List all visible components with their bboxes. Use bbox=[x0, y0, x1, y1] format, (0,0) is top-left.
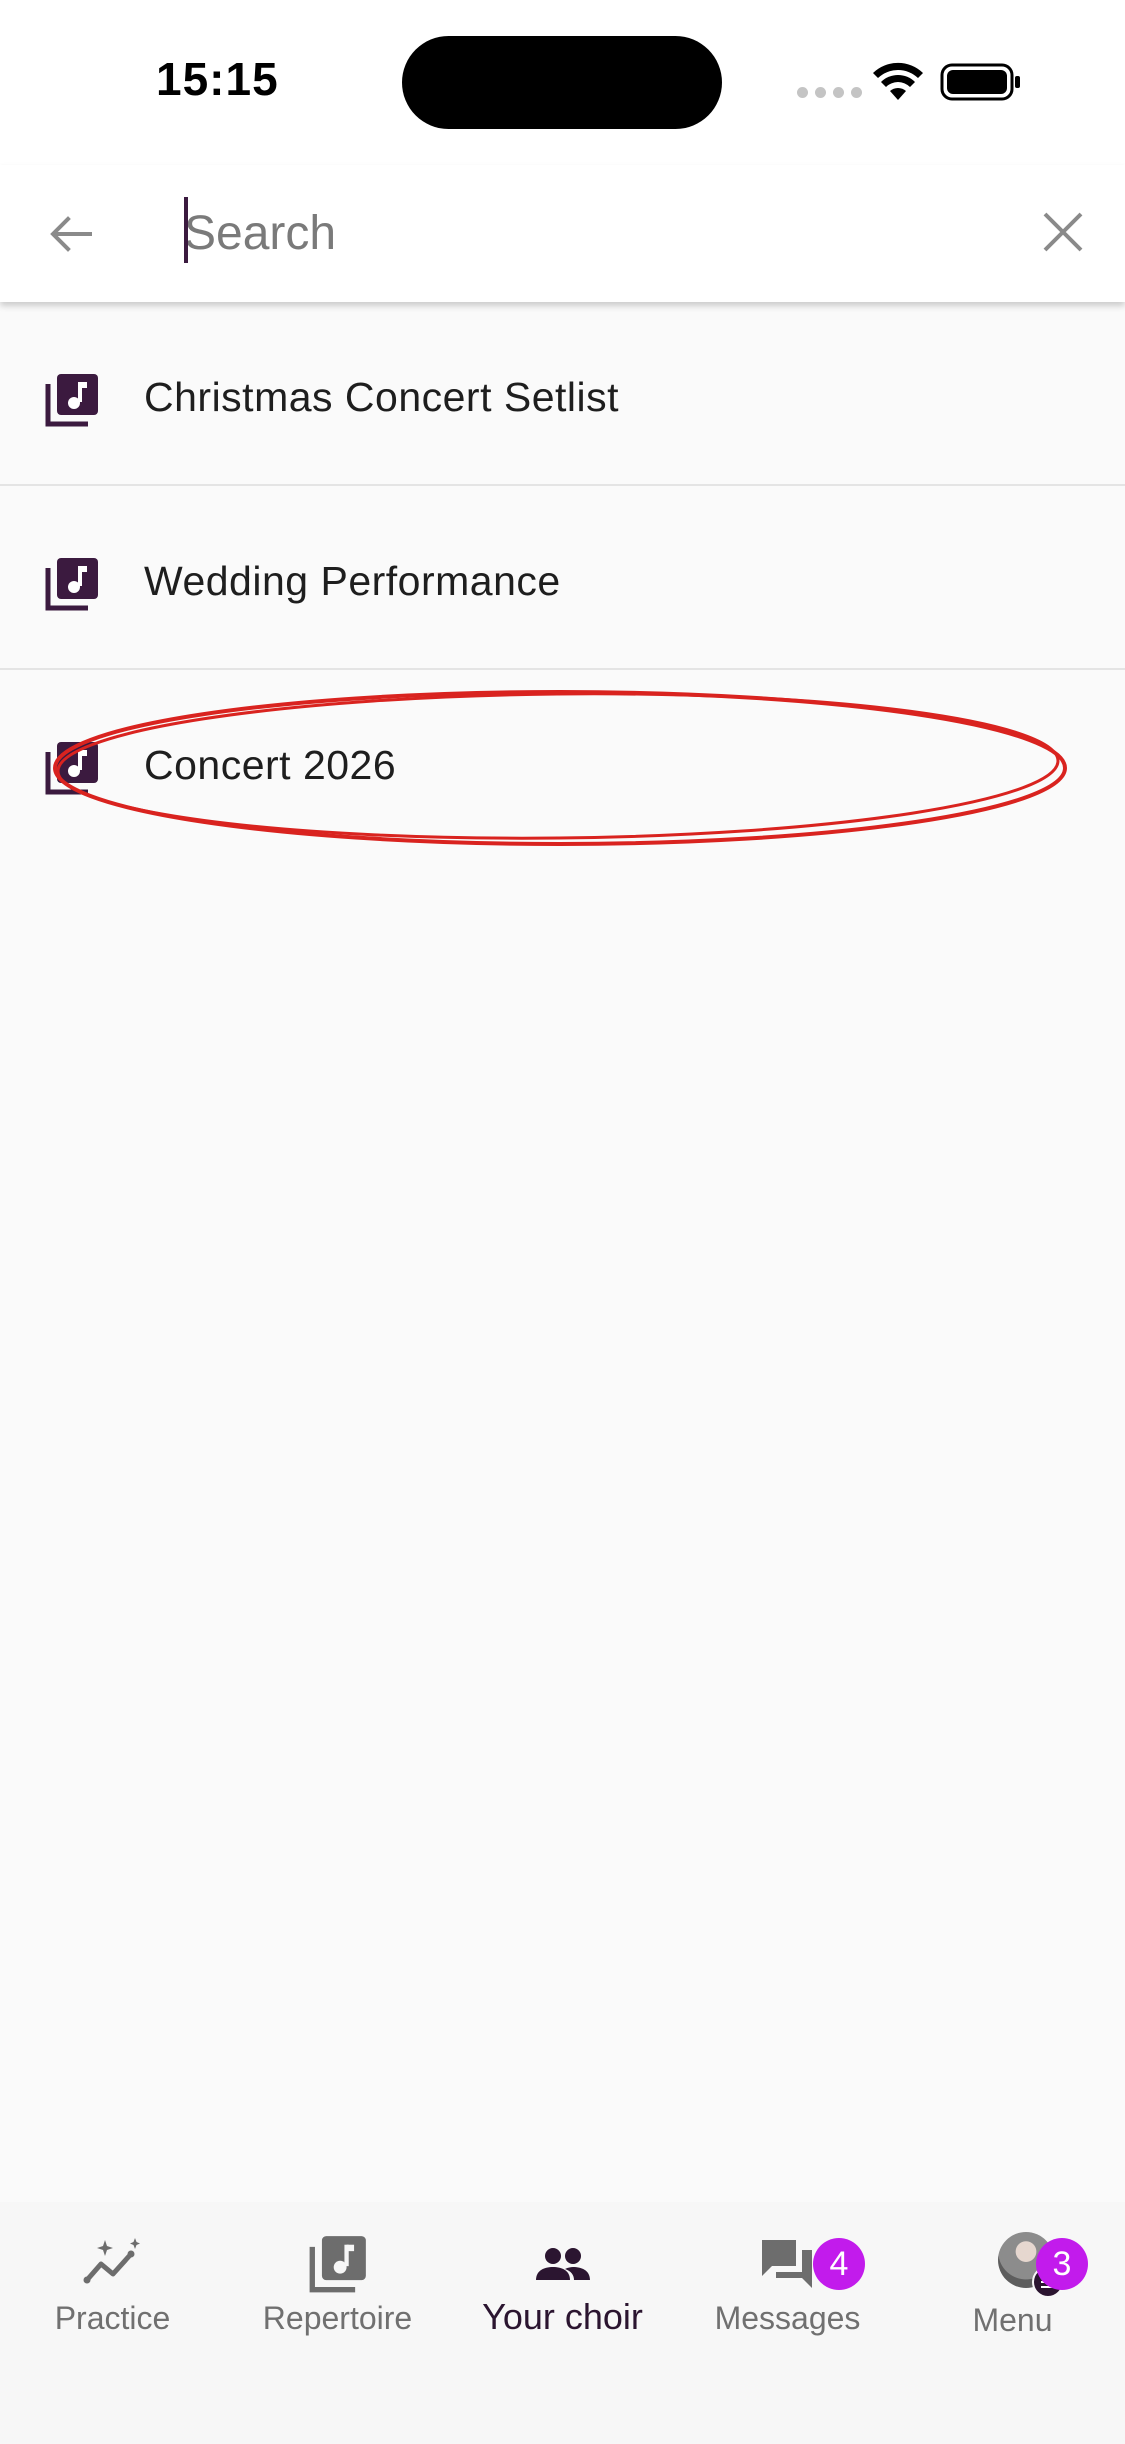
nav-label: Messages bbox=[714, 2300, 861, 2336]
nav-item-menu[interactable]: 3 Menu bbox=[900, 2202, 1125, 2444]
nav-label: Repertoire bbox=[262, 2300, 413, 2336]
nav-item-messages[interactable]: 4 Messages bbox=[675, 2202, 900, 2444]
wifi-icon bbox=[873, 62, 923, 100]
status-time: 15:15 bbox=[156, 53, 279, 105]
search-header bbox=[0, 165, 1125, 302]
nav-label: Your choir bbox=[482, 2296, 643, 2337]
result-label: Concert 2026 bbox=[144, 742, 397, 788]
back-arrow-icon[interactable] bbox=[46, 209, 96, 259]
messages-badge: 4 bbox=[813, 2238, 865, 2290]
music-library-icon bbox=[45, 558, 98, 611]
music-library-icon bbox=[45, 374, 98, 427]
search-results-list: Christmas Concert Setlist Wedding Perfor… bbox=[0, 302, 1125, 854]
result-item-concert-2026[interactable]: Concert 2026 bbox=[0, 670, 1125, 854]
search-screen: 15:15 Search Christmas Concert Setlist W… bbox=[0, 0, 1125, 2444]
nav-label: Practice bbox=[54, 2300, 171, 2336]
nav-item-repertoire[interactable]: Repertoire bbox=[225, 2202, 450, 2444]
result-item-christmas-concert-setlist[interactable]: Christmas Concert Setlist bbox=[0, 302, 1125, 486]
nav-label: Menu bbox=[972, 2302, 1053, 2338]
music-library-icon bbox=[309, 2236, 366, 2293]
cellular-signal-icon bbox=[797, 87, 862, 98]
text-caret bbox=[184, 197, 188, 263]
chat-icon bbox=[761, 2240, 812, 2288]
dynamic-island bbox=[402, 36, 722, 129]
result-item-wedding-performance[interactable]: Wedding Performance bbox=[0, 486, 1125, 670]
close-icon[interactable] bbox=[1040, 209, 1086, 255]
practice-chart-icon bbox=[83, 2238, 140, 2284]
music-library-icon bbox=[45, 742, 98, 795]
nav-item-practice[interactable]: Practice bbox=[0, 2202, 225, 2444]
menu-badge: 3 bbox=[1036, 2238, 1088, 2290]
result-label: Christmas Concert Setlist bbox=[144, 374, 620, 420]
bottom-navigation: Practice Repertoire Your choir 4 Message… bbox=[0, 2202, 1125, 2444]
status-bar: 15:15 bbox=[0, 0, 1125, 165]
result-label: Wedding Performance bbox=[144, 558, 561, 604]
nav-item-your-choir[interactable]: Your choir bbox=[450, 2202, 675, 2444]
battery-icon bbox=[940, 63, 1020, 101]
search-input[interactable] bbox=[184, 195, 1004, 271]
people-icon bbox=[535, 2248, 590, 2280]
